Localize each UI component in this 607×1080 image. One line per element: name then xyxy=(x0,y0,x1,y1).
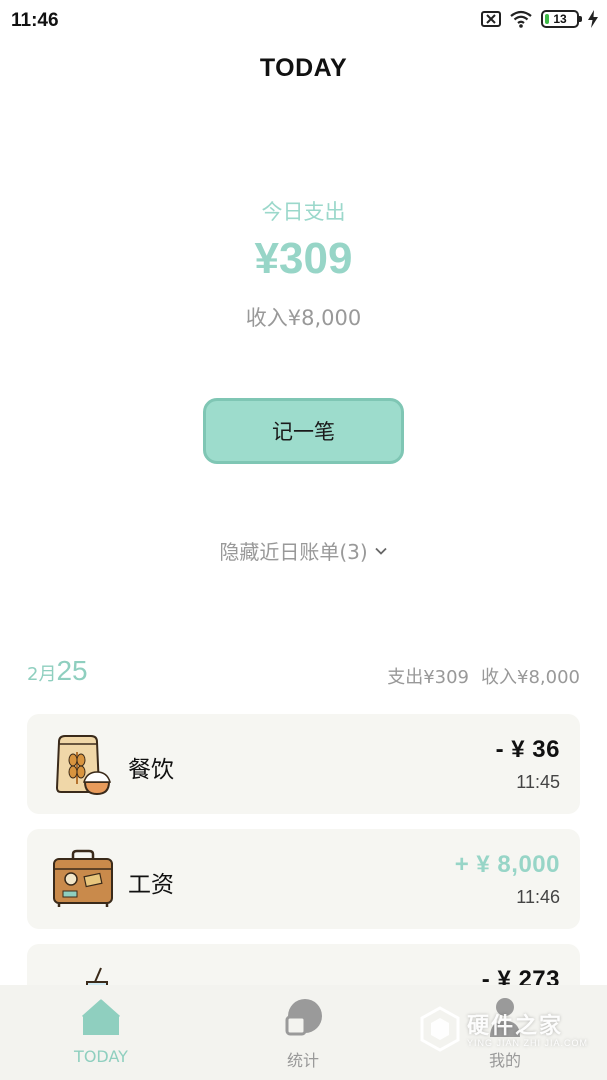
today-income: 收入¥8,000 xyxy=(245,306,362,330)
food-icon xyxy=(55,735,112,796)
transaction-card[interactable]: 餐饮 - ¥ 36 11:45 xyxy=(27,714,580,814)
date-income-total: 收入¥8,000 xyxy=(481,667,580,688)
battery-fill xyxy=(545,14,549,24)
date-label: 2月25 xyxy=(27,655,88,687)
date-day: 25 xyxy=(56,655,88,686)
status-bar: 11:46 13 xyxy=(0,0,607,44)
transaction-amount: - ¥ 36 xyxy=(495,736,560,763)
status-icons: 13 xyxy=(481,10,599,28)
transaction-title: 工资 xyxy=(128,872,174,898)
today-screen: 11:46 13 TODAY 今日支出 ¥309 收入¥8,000 记一笔 隐藏… xyxy=(0,0,607,1080)
hide-recent-bills-toggle[interactable]: 隐藏近日账单(3) xyxy=(0,536,607,565)
date-expense-total: 支出¥309 xyxy=(387,667,470,688)
transaction-time: 11:46 xyxy=(516,887,560,907)
watermark-logo-icon xyxy=(420,1006,460,1052)
nav-tab-today[interactable]: TODAY xyxy=(0,985,202,1080)
watermark: 硬件之家 YING JIAN ZHI JIA.COM xyxy=(419,1004,589,1056)
nav-label-stats: 统计 xyxy=(286,1051,319,1070)
wifi-icon xyxy=(510,10,532,28)
watermark-subtext: YING JIAN ZHI JIA.COM xyxy=(467,1038,589,1048)
today-expense-label: 今日支出 xyxy=(261,200,346,224)
date-totals: 支出¥309 收入¥8,000 xyxy=(387,663,580,689)
transaction-title: 餐饮 xyxy=(128,757,174,783)
hide-recent-bills-label: 隐藏近日账单(3) xyxy=(219,540,368,564)
date-month: 2月 xyxy=(27,664,57,685)
charging-icon xyxy=(588,10,598,28)
chevron-down-icon xyxy=(375,547,387,555)
watermark-text: 硬件之家 xyxy=(467,1014,564,1039)
today-expense-amount: ¥309 xyxy=(254,234,353,283)
suitcase-icon xyxy=(53,849,113,907)
battery-level: 13 xyxy=(553,12,567,26)
transaction-time: 11:45 xyxy=(516,772,560,792)
add-record-button[interactable]: 记一笔 xyxy=(203,398,404,464)
transaction-card[interactable]: 工资 + ¥ 8,000 11:46 xyxy=(27,829,580,929)
status-time: 11:46 xyxy=(11,10,59,31)
battery-icon: 13 xyxy=(541,10,582,28)
date-group-header: 2月25 支出¥309 收入¥8,000 xyxy=(27,655,580,695)
home-icon xyxy=(82,999,120,1035)
nav-label-today: TODAY xyxy=(74,1047,128,1066)
transaction-amount: + ¥ 8,000 xyxy=(454,851,560,878)
nav-tab-stats[interactable]: 统计 xyxy=(202,985,404,1080)
chart-icon xyxy=(285,999,322,1036)
sim-x-icon xyxy=(481,11,501,27)
page-title: TODAY xyxy=(259,54,348,82)
